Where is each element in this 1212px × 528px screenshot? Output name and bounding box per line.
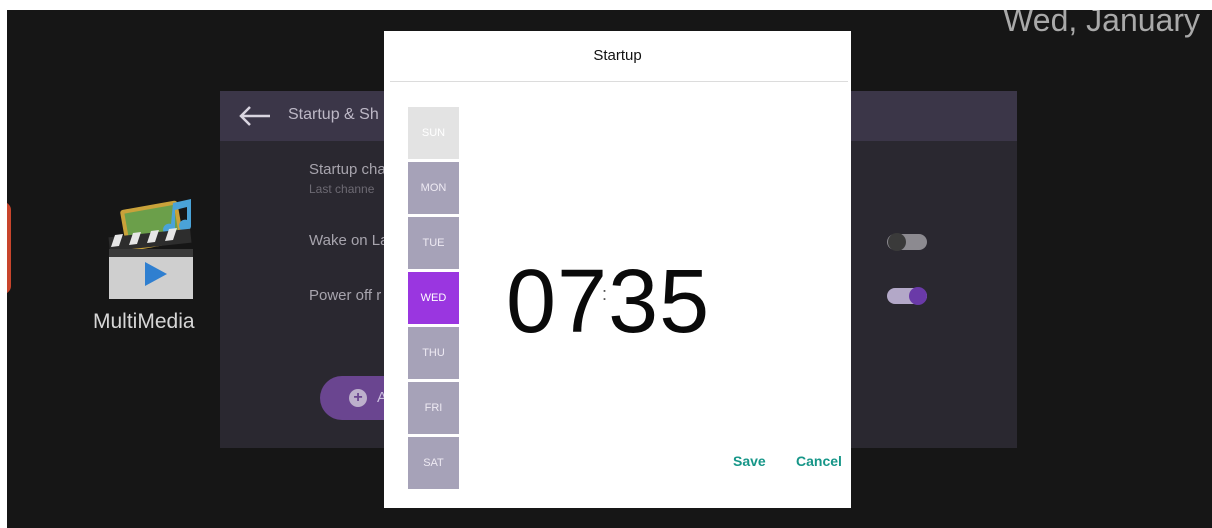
settings-title: Startup & Sh: [288, 106, 379, 123]
plus-icon: +: [349, 389, 367, 407]
tv-screen: Wed, January MultiMedia Startup & Sh Sta…: [7, 10, 1212, 528]
day-sat[interactable]: SAT: [408, 437, 459, 489]
save-button[interactable]: Save: [733, 453, 766, 469]
time-hours[interactable]: 07: [506, 252, 608, 352]
day-mon[interactable]: MON: [408, 162, 459, 214]
toggle-knob: [888, 233, 906, 251]
wake-on-lan-toggle[interactable]: [887, 233, 927, 251]
time-minutes[interactable]: 35: [608, 252, 710, 352]
day-fri[interactable]: FRI: [408, 382, 459, 434]
time-display[interactable]: 0735 :: [506, 257, 710, 347]
day-thu[interactable]: THU: [408, 327, 459, 379]
status-date: Wed, January: [1003, 10, 1200, 38]
wake-on-lan-title: Wake on La: [309, 232, 389, 249]
day-wed[interactable]: WED: [408, 272, 459, 324]
app-tile-partial[interactable]: [7, 202, 11, 294]
startup-channel-subtitle: Last channe: [309, 182, 375, 196]
toggle-knob: [909, 287, 927, 305]
multimedia-icon[interactable]: [95, 195, 205, 305]
startup-dialog: Startup SUN MON TUE WED THU FRI SAT 0735…: [384, 31, 851, 508]
divider: [390, 81, 848, 82]
arrow-left-icon[interactable]: [238, 105, 272, 127]
startup-channel-title[interactable]: Startup cha: [309, 161, 386, 178]
dialog-title: Startup: [593, 47, 642, 64]
day-tue[interactable]: TUE: [408, 217, 459, 269]
time-separator: :: [602, 284, 609, 304]
cancel-button[interactable]: Cancel: [796, 453, 842, 469]
multimedia-label: MultiMedia: [93, 310, 195, 333]
day-sun[interactable]: SUN: [408, 107, 459, 159]
power-off-toggle[interactable]: [887, 287, 927, 305]
power-off-title: Power off r: [309, 287, 382, 304]
